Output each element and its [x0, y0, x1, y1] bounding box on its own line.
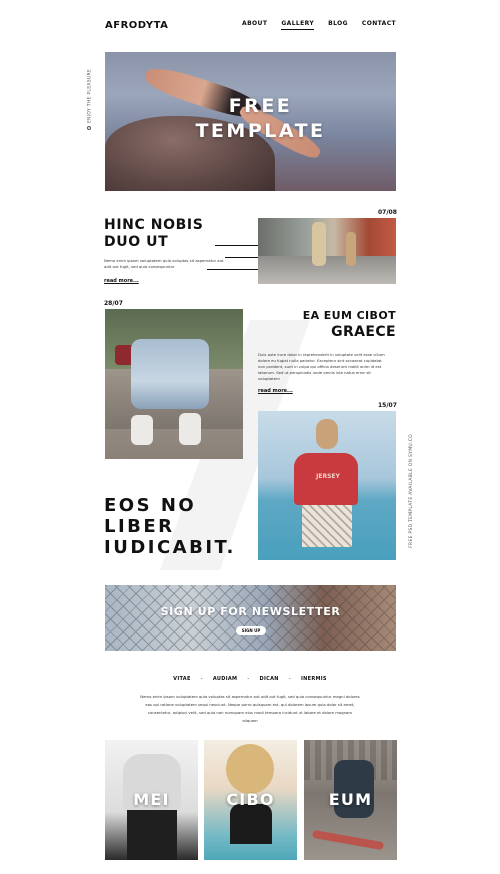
nav-gallery[interactable]: GALLERY: [281, 20, 315, 30]
street-image: [258, 256, 396, 284]
circle-icon: [87, 126, 91, 130]
pants-image: [127, 810, 177, 860]
tag-separator: -: [247, 676, 250, 682]
nav-about[interactable]: ABOUT: [242, 20, 267, 30]
shorts-image: [302, 505, 352, 547]
article3-date: 15/07: [378, 402, 397, 409]
nav-contact[interactable]: CONTACT: [362, 20, 396, 30]
article1-date: 07/08: [378, 209, 397, 216]
sneaker-image: [131, 415, 153, 445]
side-caption-left-text: ENJOY THE PLEASURE: [87, 68, 93, 123]
card-label: CIBO: [226, 790, 275, 809]
tag-inermis[interactable]: INERMIS: [301, 676, 327, 682]
article2-excerpt: Duis aute irure dolor in reprehenderit i…: [258, 352, 385, 381]
skateboard-image: [311, 829, 385, 851]
article1-title-line1: HINC NOBIS: [104, 217, 204, 233]
sneaker-image: [179, 413, 201, 445]
sign-up-button[interactable]: SIGN UP: [236, 626, 266, 635]
article3-photo[interactable]: JERSEY: [258, 411, 396, 560]
intro-paragraph: Nemo enim ipsam voluptatem quia voluptas…: [140, 694, 360, 723]
quote-line2: LIBER: [104, 516, 175, 537]
quote-line1: EOS NO: [104, 495, 197, 516]
article1-read-more-link[interactable]: read more...: [104, 278, 139, 284]
article2-title-line2: GRAECE: [331, 324, 396, 340]
tag-audiam[interactable]: AUDIAM: [213, 676, 237, 682]
tag-vitae[interactable]: VITAE: [173, 676, 191, 682]
article2-title-line1: EA EUM CIBOT: [302, 309, 396, 322]
newsletter-title: SIGN UP FOR NEWSLETTER: [160, 605, 341, 618]
tag-dican[interactable]: DICAN: [260, 676, 279, 682]
newsletter-banner: SIGN UP FOR NEWSLETTER SIGN UP: [105, 585, 396, 651]
swimsuit-image: [230, 804, 272, 844]
jacket-image: [334, 760, 374, 818]
card-cibo[interactable]: CIBO: [204, 740, 297, 860]
head-image: [316, 419, 338, 449]
side-caption-left: ENJOY THE PLEASURE: [87, 69, 93, 130]
shirt-text: JERSEY: [316, 473, 340, 480]
article1-title: HINC NOBIS DUO UT: [104, 217, 203, 251]
hero-title-line1: FREE: [228, 95, 293, 117]
person-image: [346, 232, 356, 266]
fence-image: [105, 585, 396, 651]
card-label: EUM: [328, 790, 373, 809]
hero-title: FREE TEMPLATE: [105, 94, 396, 144]
article1-title-line2: DUO UT: [104, 234, 169, 250]
card-label: MEI: [133, 790, 170, 809]
jeans-image: [131, 339, 209, 409]
quote-line3: IUDICABIT.: [104, 537, 236, 558]
article2-read-more-link[interactable]: read more...: [258, 388, 293, 394]
article1-excerpt: Nemo enim ipsam voluptatem quia voluptas…: [104, 258, 224, 269]
site-logo[interactable]: AFRODYTA: [105, 20, 168, 31]
tag-separator: -: [200, 676, 203, 682]
article2-date: 28/07: [104, 300, 123, 307]
nav-blog[interactable]: BLOG: [328, 20, 348, 30]
card-eum[interactable]: EUM: [304, 740, 397, 860]
article2-title: EA EUM CIBOT GRAECE: [258, 307, 396, 341]
tag-list: VITAE - AUDIAM - DICAN - INERMIS: [0, 676, 500, 682]
main-nav: ABOUT GALLERY BLOG CONTACT: [242, 20, 396, 30]
person-image: [312, 222, 326, 266]
article2-photo[interactable]: [105, 309, 243, 459]
tag-separator: -: [288, 676, 291, 682]
hero-title-line2: TEMPLATE: [195, 120, 326, 142]
hair-image: [226, 744, 274, 794]
quote-title: EOS NO LIBER IUDICABIT.: [104, 495, 236, 558]
side-caption-right: FREE PSD TEMPLATE AVAILABLE ON SYMU.CO: [409, 433, 414, 548]
article1-photo[interactable]: [258, 218, 396, 284]
card-mei[interactable]: MEI: [105, 740, 198, 860]
hero-banner: FREE TEMPLATE: [105, 52, 396, 191]
